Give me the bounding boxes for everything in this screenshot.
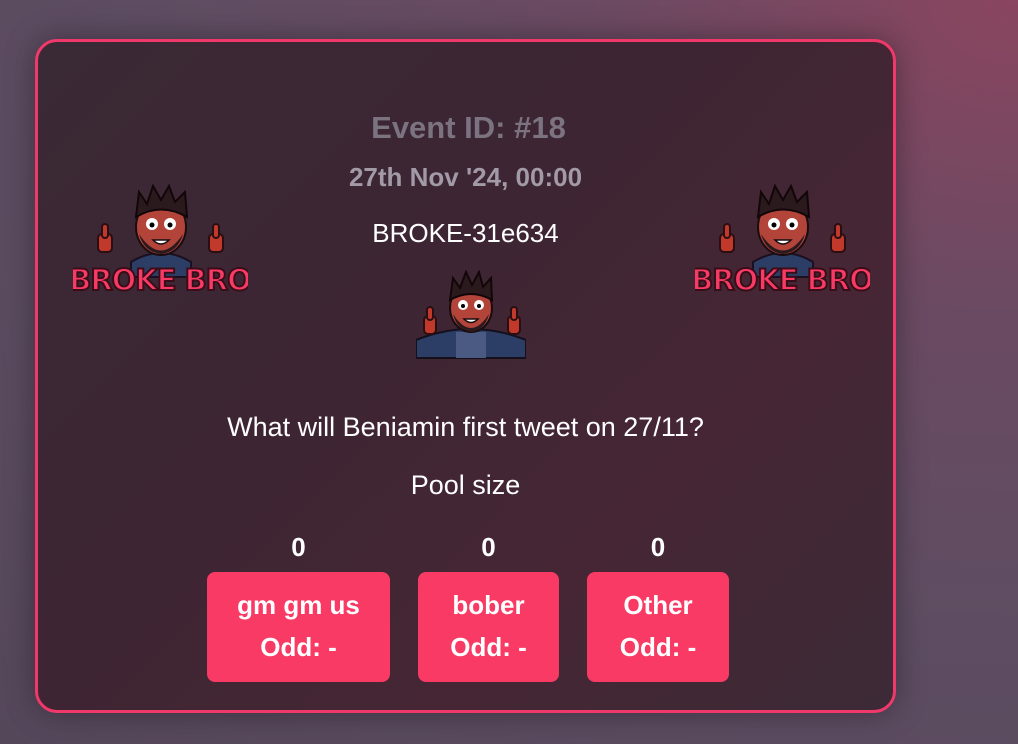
option-label: Other: [623, 590, 693, 620]
bet-option-button[interactable]: gm gm us Odd: -: [207, 572, 390, 682]
option-other: 0 Other Odd: -: [587, 532, 729, 682]
logo-text-right: BROKE BRO: [695, 263, 870, 297]
broke-bro-logo-left: BROKE BRO: [68, 182, 253, 302]
option-odd: Odd: -: [260, 632, 337, 662]
option-label: gm gm us: [237, 590, 360, 620]
option-gm-gm-us: 0 gm gm us Odd: -: [207, 532, 390, 682]
pool-size-label: Pool size: [410, 470, 521, 500]
option-odd: Odd: -: [619, 632, 697, 662]
event-question: What will Beniamin first tweet on 27/11?: [227, 412, 704, 442]
mascot-image: [415, 269, 527, 365]
broke-bro-logo-right: BROKE BRO: [690, 182, 875, 302]
logo-text-left: BROKE BRO: [73, 263, 248, 297]
option-odd: Odd: -: [450, 632, 527, 662]
option-pool-count: 0: [650, 532, 666, 562]
option-label: bober: [452, 590, 525, 620]
bet-option-button[interactable]: bober Odd: -: [418, 572, 559, 682]
event-card: Event ID: #18 27th Nov '24, 00:00 BROKE-…: [35, 39, 896, 713]
option-pool-count: 0: [291, 532, 306, 562]
option-bober: 0 bober Odd: -: [418, 532, 559, 682]
event-id: Event ID: #18: [371, 110, 566, 145]
bet-option-button[interactable]: Other Odd: -: [587, 572, 729, 682]
option-pool-count: 0: [481, 532, 496, 562]
